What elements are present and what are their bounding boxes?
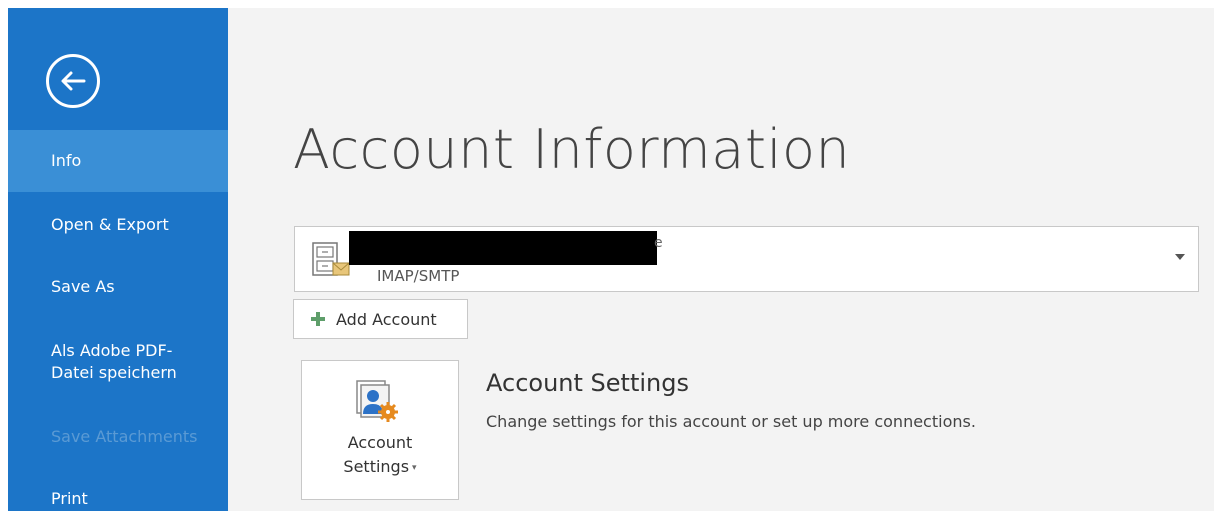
window-left-edge <box>0 0 8 511</box>
nav-open-export[interactable]: Open & Export <box>8 192 228 254</box>
nav-save-as-label: Save As <box>51 277 115 296</box>
nav-adobe-pdf[interactable]: Als Adobe PDF- Datei speichern <box>8 316 228 396</box>
nav-print-label: Print <box>51 489 88 508</box>
plus-icon <box>311 312 325 326</box>
nav-save-attachments: Save Attachments <box>8 412 228 462</box>
nav-save-as[interactable]: Save As <box>8 254 228 316</box>
back-arrow-icon <box>61 71 86 91</box>
nav-adobe-pdf-label-line2: Datei speichern <box>51 363 177 382</box>
nav-open-export-label: Open & Export <box>51 215 169 234</box>
account-settings-icon <box>356 380 398 422</box>
account-selector-dropdown[interactable]: e IMAP/SMTP <box>294 226 1199 292</box>
nav-info-label: Info <box>51 151 82 170</box>
account-settings-label-line1: Account <box>347 433 413 452</box>
nav-print[interactable]: Print <box>8 474 228 511</box>
account-type: IMAP/SMTP <box>377 267 460 285</box>
back-button[interactable] <box>46 54 100 108</box>
add-account-label: Add Account <box>336 309 437 329</box>
nav-save-attachments-label: Save Attachments <box>51 427 198 446</box>
account-settings-label-text: Settings <box>343 457 410 476</box>
dropdown-caret-icon: ▾ <box>412 463 417 473</box>
backstage-sidebar: Info Open & Export Save As Als Adobe PDF… <box>8 8 228 511</box>
account-name-tail: e <box>654 235 663 251</box>
nav-adobe-pdf-label-line1: Als Adobe PDF- <box>51 341 173 360</box>
redacted-account-name <box>349 231 657 265</box>
account-settings-heading: Account Settings <box>486 369 689 397</box>
nav-info[interactable]: Info <box>8 130 228 192</box>
mailbox-icon <box>312 242 350 276</box>
account-settings-description: Change settings for this account or set … <box>486 412 976 431</box>
add-account-button[interactable]: Add Account <box>293 299 468 339</box>
account-settings-button[interactable]: Account Settings ▾ <box>301 360 459 500</box>
chevron-down-icon <box>1175 254 1185 260</box>
window-top-edge <box>0 0 1214 8</box>
account-settings-label-line2: Settings ▾ <box>302 457 458 476</box>
page-title: Account Information <box>293 118 851 181</box>
